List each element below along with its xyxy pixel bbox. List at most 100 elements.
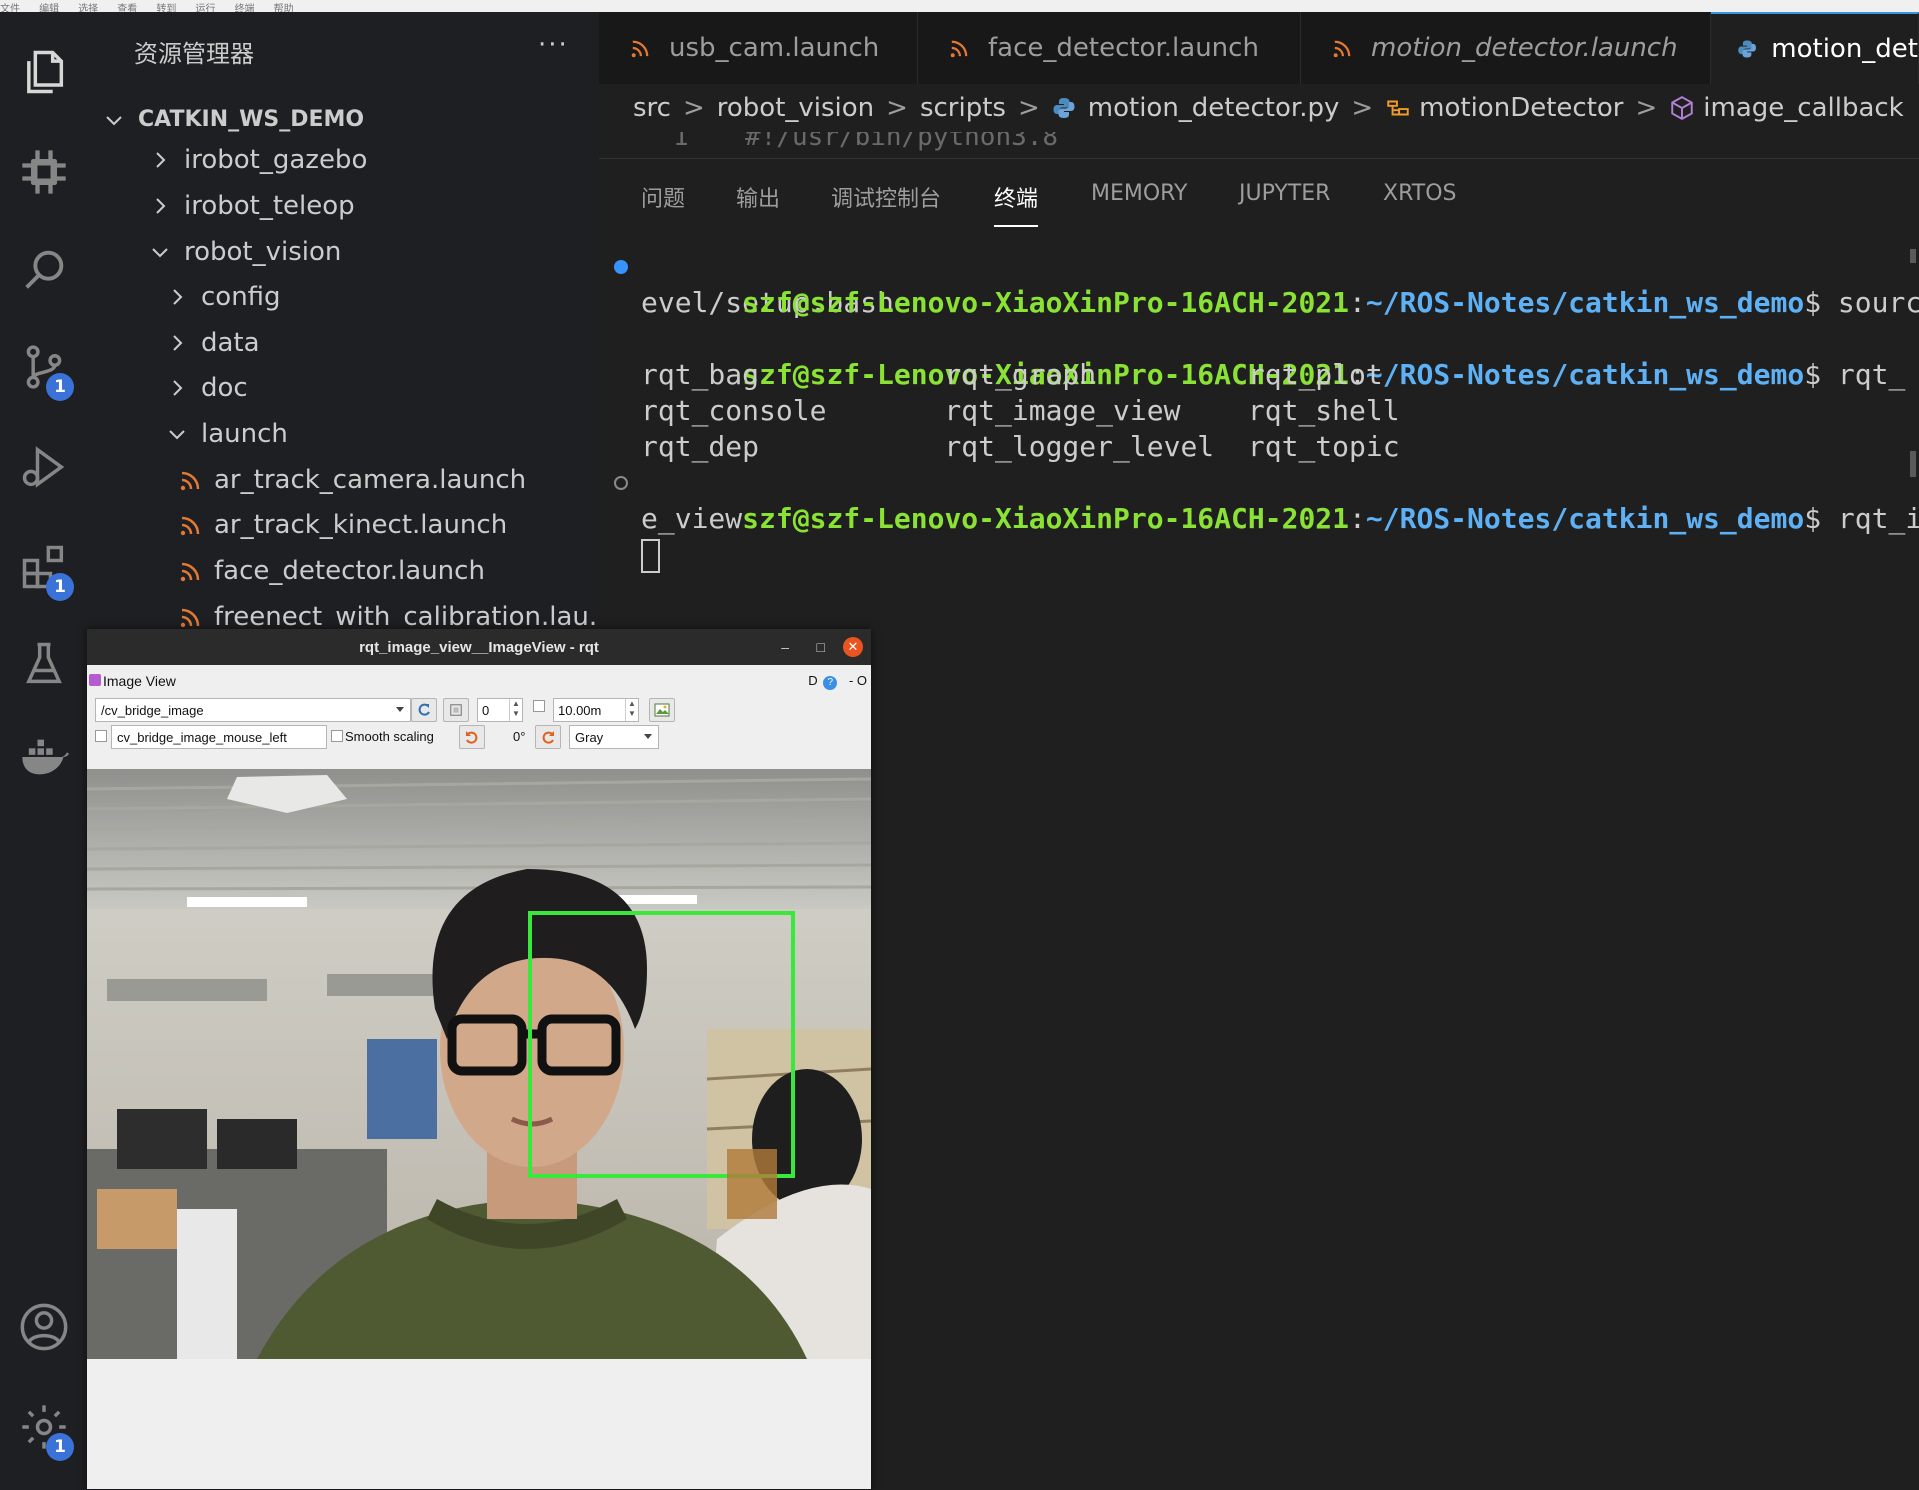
close-button[interactable]: ✕ xyxy=(843,637,863,657)
class-icon xyxy=(1387,100,1409,116)
rqt-titlebar[interactable]: rqt_image_view__ImageView - rqt xyxy=(87,629,871,665)
menu-selection[interactable]: 选择 xyxy=(78,4,98,13)
scroll-marker xyxy=(1910,249,1916,263)
tab-xrtos[interactable]: XRTOS xyxy=(1383,181,1456,206)
code-line: 1 #!/usr/bin/python3.8 xyxy=(599,132,1919,158)
rotation-value: 0° xyxy=(513,729,526,744)
tree-item-label: launch xyxy=(201,418,288,449)
zoom-icon xyxy=(450,704,462,716)
breadcrumb-robot-vision[interactable]: robot_vision xyxy=(717,93,874,123)
spin-arrows[interactable]: ▲ ▼ xyxy=(625,699,638,721)
menu-terminal[interactable]: 终端 xyxy=(235,4,255,13)
prompt-path: ~/ROS-Notes/catkin_ws_demo xyxy=(1365,358,1805,391)
rotate-right-button[interactable] xyxy=(535,725,561,749)
menu-file[interactable]: 文件 xyxy=(0,4,20,13)
explorer-icon[interactable] xyxy=(0,32,88,112)
save-image-button[interactable] xyxy=(649,698,675,722)
tab-terminal[interactable]: 终端 xyxy=(994,181,1039,227)
tree-item-launch[interactable]: launch xyxy=(88,411,676,456)
chevron-right-icon xyxy=(156,197,166,214)
tree-item-irobot-gazebo[interactable]: irobot_gazebo xyxy=(88,137,659,182)
tab-usb-cam[interactable]: usb_cam.launch xyxy=(599,12,918,84)
tab-label: face_detector.launch xyxy=(988,33,1259,63)
breadcrumb-separator: > xyxy=(682,93,705,123)
prompt-user: szf@szf-Lenovo-XiaoXinPro-16ACH-2021 xyxy=(742,502,1350,535)
tab-memory[interactable]: MEMORY xyxy=(1091,181,1188,206)
tree-item-config[interactable]: config xyxy=(88,274,676,319)
settings-gear-icon[interactable]: 1 xyxy=(0,1387,88,1467)
line-number: 1 xyxy=(673,132,689,152)
rss-icon xyxy=(1333,40,1351,58)
rqt-image-view-window: rqt_image_view__ImageView - rqt – □ ✕ Im… xyxy=(87,629,871,1489)
run-debug-icon[interactable] xyxy=(0,427,88,507)
menu-help[interactable]: 帮助 xyxy=(274,4,294,13)
image-save-icon xyxy=(654,703,670,717)
scm-badge: 1 xyxy=(46,373,74,401)
breadcrumb-method[interactable]: image_callback xyxy=(1703,93,1903,123)
plugin-label: Image View xyxy=(103,673,176,689)
tab-motion-detector-py[interactable]: motion_det xyxy=(1711,12,1919,84)
colormap-select[interactable]: Gray xyxy=(569,725,659,749)
tree-item-label: irobot_gazebo xyxy=(184,144,368,175)
tab-jupyter[interactable]: JUPYTER xyxy=(1239,181,1330,206)
rss-icon xyxy=(180,608,200,627)
topic-select[interactable]: /cv_bridge_image xyxy=(95,698,411,722)
code-text: #!/usr/bin/python3.8 xyxy=(745,132,1059,152)
camera-image[interactable] xyxy=(87,769,871,1359)
account-icon[interactable] xyxy=(0,1287,88,1367)
maximize-button[interactable]: □ xyxy=(817,629,825,665)
prompt-sep: : xyxy=(1349,502,1366,535)
activity-bar: 1 1 1 xyxy=(0,12,88,1489)
breadcrumb-scripts[interactable]: scripts xyxy=(920,93,1006,123)
tab-problems[interactable]: 问题 xyxy=(641,181,685,213)
help-icon[interactable]: ? xyxy=(823,676,838,690)
completion-row: rqt_dep rqt_logger_level rqt_topic xyxy=(641,430,1400,463)
breadcrumb-src[interactable]: src xyxy=(633,93,671,123)
tree-item-doc[interactable]: doc xyxy=(88,365,676,410)
zoom-spinbox-value: 0 xyxy=(482,702,490,718)
tab-debug-console[interactable]: 调试控制台 xyxy=(831,181,941,213)
tree-item-robot-vision[interactable]: robot_vision xyxy=(88,229,659,274)
extensions-icon[interactable]: 1 xyxy=(0,527,88,607)
testing-flask-icon[interactable] xyxy=(0,624,88,704)
scroll-marker xyxy=(1910,451,1916,477)
menu-run[interactable]: 运行 xyxy=(195,4,215,13)
zoom-button[interactable] xyxy=(443,698,469,722)
menu-edit[interactable]: 编辑 xyxy=(39,4,59,13)
workspace-root[interactable]: CATKIN_WS_DEMO xyxy=(88,97,613,142)
tab-motion-detector-launch[interactable]: motion_detector.launch xyxy=(1301,12,1711,84)
dock-button[interactable]: D xyxy=(808,673,817,688)
minimize-button[interactable]: – xyxy=(781,629,789,665)
rate-spinbox[interactable]: 10.00m ▲ ▼ xyxy=(553,698,639,722)
command-pending-dot[interactable] xyxy=(614,476,628,490)
docker-icon[interactable] xyxy=(0,717,88,797)
search-icon[interactable] xyxy=(0,230,88,310)
rate-checkbox[interactable] xyxy=(533,700,545,712)
prompt-sep: : xyxy=(1349,286,1366,319)
refresh-topics-button[interactable] xyxy=(411,698,437,722)
tree-item-label: freenect_with_calibration.lau... xyxy=(214,601,614,632)
menu-view[interactable]: 查看 xyxy=(117,4,137,13)
menu-go[interactable]: 转到 xyxy=(156,4,176,13)
tab-output[interactable]: 输出 xyxy=(736,181,780,213)
chip-icon[interactable] xyxy=(0,132,88,212)
rss-icon xyxy=(180,562,200,581)
command-text: source d xyxy=(1837,286,1919,319)
more-actions-button[interactable]: ··· xyxy=(538,30,569,60)
source-control-icon[interactable]: 1 xyxy=(0,327,88,407)
spin-arrows[interactable]: ▲ ▼ xyxy=(509,699,522,721)
zoom-spinbox[interactable]: 0 ▲ ▼ xyxy=(477,698,523,722)
tree-item-irobot-teleop[interactable]: irobot_teleop xyxy=(88,183,659,228)
camera-frame-illustration xyxy=(87,769,871,1359)
tab-face-detector[interactable]: face_detector.launch xyxy=(918,12,1301,84)
tree-item-data[interactable]: data xyxy=(88,320,676,365)
command-success-dot[interactable] xyxy=(614,260,628,274)
breadcrumb-class[interactable]: motionDetector xyxy=(1419,93,1623,123)
mouse-topic-input[interactable]: cv_bridge_image_mouse_left xyxy=(111,725,327,749)
mouse-publish-checkbox[interactable] xyxy=(95,730,107,742)
rotate-left-button[interactable] xyxy=(459,725,485,749)
smooth-scaling-checkbox[interactable] xyxy=(331,730,343,742)
plugin-min-close[interactable]: - O xyxy=(849,673,867,688)
breadcrumb-file[interactable]: motion_detector.py xyxy=(1088,93,1340,123)
terminal-output[interactable]: szf@szf-Lenovo-XiaoXinPro-16ACH-2021: ~/R… xyxy=(614,249,1919,573)
